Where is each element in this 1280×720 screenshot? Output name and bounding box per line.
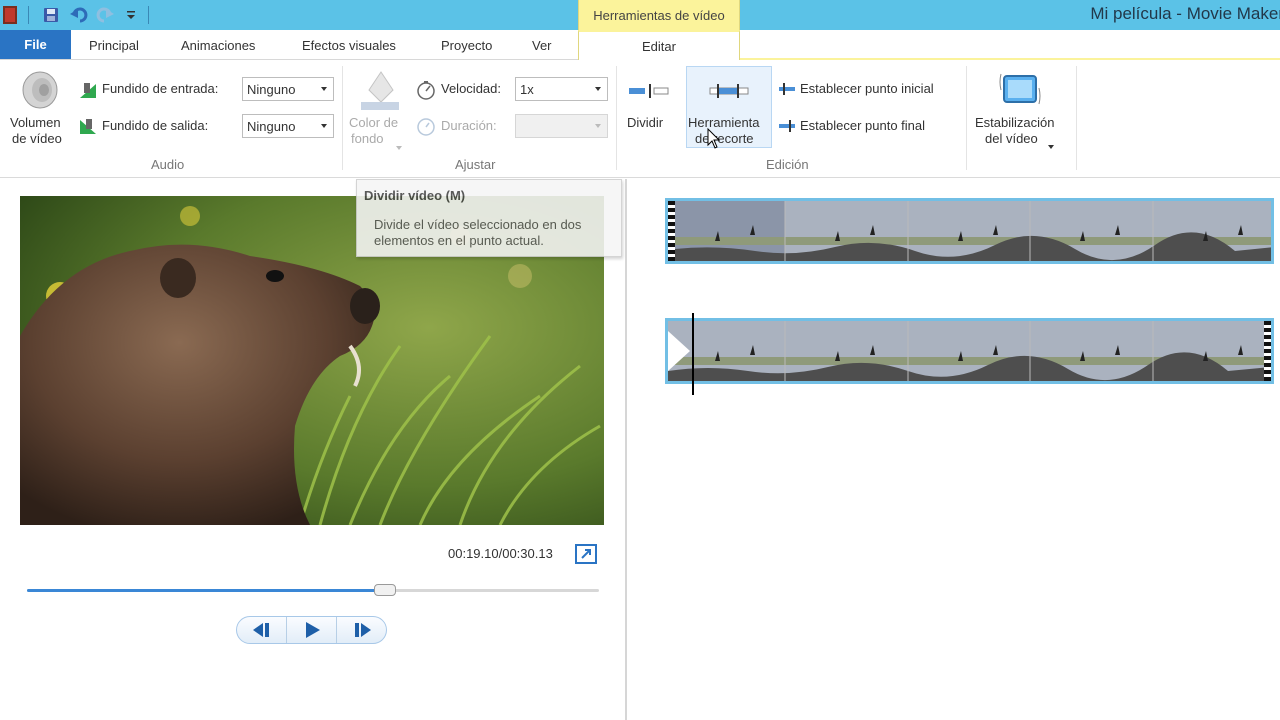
video-clip[interactable]: [665, 198, 1274, 264]
chevron-down-icon: [595, 87, 601, 91]
bg-color-label-1: Color de: [349, 115, 399, 130]
seek-thumb[interactable]: [374, 584, 396, 596]
set-end-button[interactable]: Establecer punto final: [800, 118, 925, 133]
set-end-icon: [777, 120, 797, 135]
title-bar: Herramientas de vídeo Mi película - Movi…: [0, 0, 1280, 30]
divider: [148, 6, 149, 24]
play-icon: [305, 622, 320, 638]
window-title: Mi película - Movie Maker: [1090, 4, 1280, 23]
set-start-icon: [777, 83, 797, 98]
film-edge: [668, 201, 675, 261]
video-clip[interactable]: [665, 318, 1274, 384]
trim-tool-label-2[interactable]: de recorte: [695, 131, 754, 147]
speed-label: Velocidad:: [441, 81, 501, 96]
group-label-audio: Audio: [151, 157, 185, 172]
player-controls: [236, 616, 387, 644]
volume-button-label-1[interactable]: Volumen: [10, 115, 61, 131]
divider: [28, 6, 29, 24]
fade-in-value: Ninguno: [247, 81, 296, 97]
mouse-cursor-icon: [707, 127, 721, 153]
speed-icon: [416, 80, 436, 103]
fullscreen-icon: [575, 544, 597, 564]
group-label-ajustar: Ajustar: [455, 157, 496, 172]
storyboard: [629, 179, 1280, 720]
film-edge: [1264, 321, 1271, 381]
tab-animaciones[interactable]: Animaciones: [181, 30, 255, 60]
stabilization-label-1[interactable]: Estabilización: [975, 115, 1055, 131]
seek-bar[interactable]: [27, 589, 599, 592]
group-label-edicion: Edición: [766, 157, 809, 172]
seek-bar-progress: [27, 589, 390, 592]
undo-icon[interactable]: [70, 6, 88, 24]
tab-file[interactable]: File: [0, 30, 71, 59]
time-readout: 00:19.10/00:30.13: [448, 546, 553, 561]
previous-frame-icon: [252, 623, 269, 637]
duration-label: Duración:: [441, 118, 497, 133]
redo-icon: [96, 6, 114, 24]
chevron-down-icon: [396, 138, 402, 153]
preview-pane: 00:19.10/00:30.13: [0, 179, 627, 720]
movie-maker-app-icon[interactable]: [3, 6, 17, 24]
tab-efectos-visuales[interactable]: Efectos visuales: [302, 30, 396, 60]
play-button[interactable]: [287, 617, 337, 643]
ribbon-tab-row: File Principal Animaciones Efectos visua…: [0, 30, 1280, 61]
tab-editar[interactable]: Editar: [578, 30, 740, 61]
clip-thumbnails: [675, 201, 1271, 261]
previous-frame-button[interactable]: [237, 617, 287, 643]
fade-in-icon: [78, 80, 98, 103]
divider: [1076, 66, 1077, 170]
chevron-down-icon: [321, 124, 327, 128]
fade-in-label: Fundido de entrada:: [102, 81, 219, 96]
tab-ver[interactable]: Ver: [532, 30, 552, 60]
set-start-button[interactable]: Establecer punto inicial: [800, 81, 934, 96]
fade-out-icon: [78, 116, 98, 139]
tab-principal[interactable]: Principal: [89, 30, 139, 60]
split-button[interactable]: Dividir: [627, 115, 663, 131]
split-tooltip: Dividir vídeo (M) Divide el vídeo selecc…: [356, 179, 622, 257]
customize-quick-access-icon[interactable]: [122, 6, 140, 24]
divider: [616, 66, 617, 170]
bg-color-label-2: fondo: [351, 131, 384, 146]
clip-thumbnails: [668, 321, 1271, 381]
fade-out-label: Fundido de salida:: [102, 118, 209, 133]
stabilization-label-2[interactable]: del vídeo: [985, 131, 1038, 147]
playhead[interactable]: [692, 313, 694, 395]
divider: [966, 66, 967, 170]
paint-bucket-icon: [359, 68, 403, 113]
fade-out-dropdown[interactable]: Ninguno: [242, 114, 334, 138]
stabilization-icon: [998, 70, 1042, 113]
speed-value: 1x: [520, 81, 534, 97]
contextual-tab-group-label: Herramientas de vídeo: [578, 0, 740, 30]
chevron-down-icon: [595, 124, 601, 128]
fade-in-dropdown[interactable]: Ninguno: [242, 77, 334, 101]
tooltip-title: Dividir vídeo (M): [364, 188, 466, 203]
fade-out-value: Ninguno: [247, 118, 296, 134]
duration-dropdown: [515, 114, 608, 138]
tooltip-description: Divide el vídeo seleccionado en dos elem…: [374, 217, 582, 248]
chevron-down-icon: [1048, 137, 1054, 152]
trim-icon: [708, 84, 750, 101]
divider: [342, 66, 343, 170]
next-frame-button[interactable]: [337, 617, 386, 643]
chevron-down-icon: [321, 87, 327, 91]
ribbon-panel: Volumen de vídeo Fundido de entrada: Nin…: [0, 60, 1280, 178]
speed-dropdown[interactable]: 1x: [515, 77, 608, 101]
save-icon[interactable]: [42, 6, 60, 24]
fullscreen-button[interactable]: [575, 544, 597, 564]
trim-tool-label-1[interactable]: Herramienta: [688, 115, 760, 131]
split-icon: [628, 84, 670, 101]
next-frame-icon: [354, 623, 371, 637]
tab-proyecto[interactable]: Proyecto: [441, 30, 492, 60]
duration-icon: [416, 116, 436, 139]
volume-button-label-2[interactable]: de vídeo: [12, 131, 62, 147]
speaker-icon: [18, 70, 60, 113]
